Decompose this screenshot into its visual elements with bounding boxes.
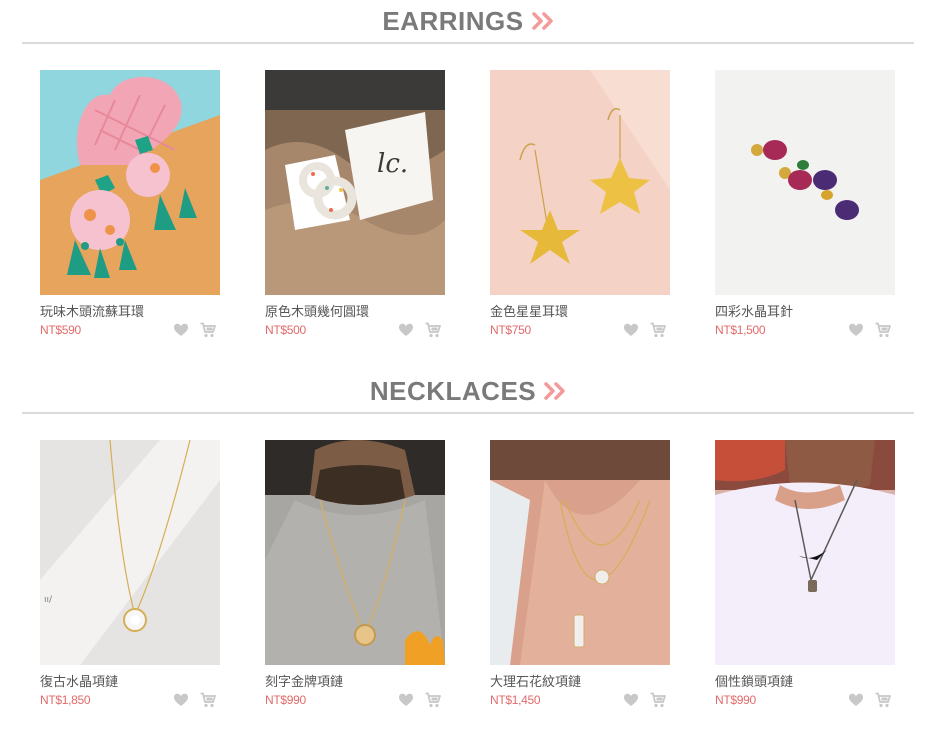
product-price: NT$500 — [265, 323, 306, 337]
product-image[interactable] — [490, 440, 670, 665]
product-name[interactable]: 大理石花紋項鏈 — [490, 671, 581, 690]
heart-icon[interactable] — [848, 692, 864, 708]
product-card[interactable]: 個性鎖頭項鏈 NT$990 — [715, 440, 895, 715]
heart-icon[interactable] — [398, 322, 414, 338]
heart-icon[interactable] — [173, 692, 189, 708]
product-price: NT$750 — [490, 323, 531, 337]
cart-icon[interactable] — [650, 692, 666, 708]
cart-icon[interactable] — [875, 692, 891, 708]
heart-icon[interactable] — [398, 692, 414, 708]
heart-icon[interactable] — [173, 322, 189, 338]
product-card[interactable]: lc. 原色木頭幾何圓環 NT$500 — [265, 70, 445, 345]
product-image[interactable] — [265, 440, 445, 665]
cart-icon[interactable] — [875, 322, 891, 338]
heart-icon[interactable] — [848, 322, 864, 338]
product-card[interactable]: 大理石花紋項鏈 NT$1,450 — [490, 440, 670, 715]
product-image[interactable] — [715, 70, 895, 295]
product-card[interactable]: 金色星星耳環 NT$750 — [490, 70, 670, 345]
product-price: NT$590 — [40, 323, 81, 337]
product-price: NT$990 — [265, 693, 306, 707]
double-chevron-right-icon[interactable] — [531, 6, 554, 37]
product-card[interactable]: 刻字金牌項鏈 NT$990 — [265, 440, 445, 715]
product-name[interactable]: 金色星星耳環 — [490, 301, 568, 320]
product-image[interactable] — [40, 70, 220, 295]
product-image[interactable]: ıı/ — [40, 440, 220, 665]
cart-icon[interactable] — [200, 322, 216, 338]
heart-icon[interactable] — [623, 692, 639, 708]
product-price: NT$1,450 — [490, 693, 541, 707]
cart-icon[interactable] — [425, 322, 441, 338]
product-price: NT$1,500 — [715, 323, 766, 337]
svg-text:ıı/: ıı/ — [44, 595, 53, 605]
product-price: NT$1,850 — [40, 693, 91, 707]
product-name[interactable]: 復古水晶項鏈 — [40, 671, 118, 690]
product-name[interactable]: 四彩水晶耳針 — [715, 301, 793, 320]
earrings-heading: EARRINGS — [22, 0, 914, 44]
product-name[interactable]: 原色木頭幾何圓環 — [265, 301, 369, 320]
product-card[interactable]: 玩味木頭流蘇耳環 NT$590 — [40, 70, 220, 345]
necklaces-title[interactable]: NECKLACES — [370, 376, 536, 406]
earrings-title[interactable]: EARRINGS — [382, 6, 523, 36]
cart-icon[interactable] — [425, 692, 441, 708]
product-card[interactable]: 四彩水晶耳針 NT$1,500 — [715, 70, 895, 345]
cart-icon[interactable] — [200, 692, 216, 708]
svg-text:lc.: lc. — [377, 149, 408, 179]
product-name[interactable]: 玩味木頭流蘇耳環 — [40, 301, 144, 320]
product-image[interactable] — [715, 440, 895, 665]
product-name[interactable]: 刻字金牌項鏈 — [265, 671, 343, 690]
heart-icon[interactable] — [623, 322, 639, 338]
necklaces-heading: NECKLACES — [22, 370, 914, 414]
product-image[interactable] — [490, 70, 670, 295]
product-card[interactable]: ıı/ 復古水晶項鏈 NT$1,850 — [40, 440, 220, 715]
double-chevron-right-icon[interactable] — [544, 376, 566, 407]
product-price: NT$990 — [715, 693, 756, 707]
product-name[interactable]: 個性鎖頭項鏈 — [715, 671, 793, 690]
product-image[interactable]: lc. — [265, 70, 445, 295]
cart-icon[interactable] — [650, 322, 666, 338]
